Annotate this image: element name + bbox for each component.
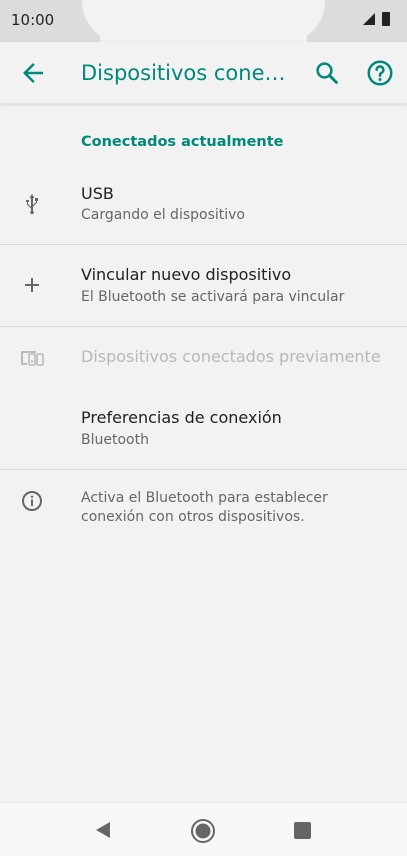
info-icon — [22, 491, 42, 511]
usb-icon — [26, 194, 38, 215]
connection-preferences-item[interactable]: Preferencias de conexión Bluetooth — [0, 388, 407, 468]
pair-new-device-subtitle: El Bluetooth se activará para vincular — [81, 289, 345, 305]
battery-icon — [382, 12, 390, 26]
info-text: Activa el Bluetooth para establecer cone… — [81, 490, 328, 525]
navigation-bar — [0, 802, 407, 856]
help-icon — [367, 60, 393, 86]
pair-new-device-item[interactable]: Vincular nuevo dispositivo El Bluetooth … — [0, 245, 407, 326]
usb-item[interactable]: USB Cargando el dispositivo — [0, 166, 407, 244]
status-time: 10:00 — [11, 11, 55, 29]
arrow-back-icon — [23, 63, 43, 83]
section-header: Conectados actualmente — [81, 134, 284, 150]
page-title: Dispositivos conectados — [81, 61, 296, 85]
app-bar: Dispositivos conectados — [0, 42, 407, 104]
usb-title: USB — [81, 184, 114, 203]
nav-recents-icon[interactable] — [294, 822, 311, 839]
back-button[interactable] — [18, 58, 48, 88]
search-icon — [316, 62, 338, 84]
divider — [0, 469, 407, 470]
nav-back-icon[interactable] — [94, 821, 112, 839]
help-button[interactable] — [365, 58, 395, 88]
previously-connected-title: Dispositivos conectados previamente — [81, 347, 381, 366]
connection-preferences-title: Preferencias de conexión — [81, 408, 282, 427]
display-notch — [82, 0, 325, 42]
pair-new-device-title: Vincular nuevo dispositivo — [81, 265, 292, 284]
devices-icon — [21, 351, 44, 366]
nav-home-icon[interactable] — [190, 818, 216, 844]
previously-connected-item: Dispositivos conectados previamente — [0, 327, 407, 387]
usb-subtitle: Cargando el dispositivo — [81, 207, 245, 223]
status-bar: 10:00 — [0, 0, 407, 42]
plus-icon — [25, 278, 39, 292]
signal-icon — [363, 13, 375, 25]
connection-preferences-subtitle: Bluetooth — [81, 432, 149, 448]
search-button[interactable] — [312, 58, 342, 88]
